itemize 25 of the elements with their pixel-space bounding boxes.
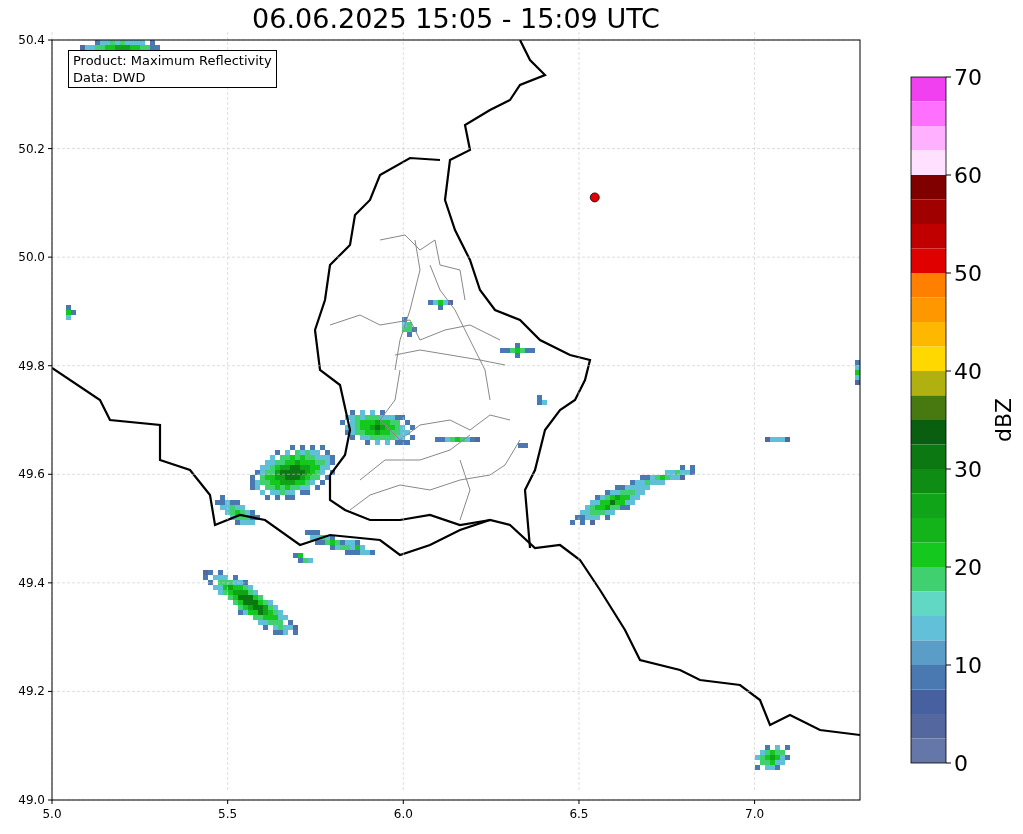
colorbar-tick-label: 10 <box>954 653 982 678</box>
x-tick-label: 5.5 <box>218 807 238 821</box>
colorbar-tick-label: 50 <box>954 261 982 286</box>
y-tick-label: 49.4 <box>18 575 45 590</box>
y-tick-label: 50.0 <box>18 250 45 265</box>
colorbar-tick-label: 70 <box>954 65 982 90</box>
chart-title: 06.06.2025 15:05 - 15:09 UTC <box>252 1 660 32</box>
y-tick-label: 49.2 <box>18 684 45 699</box>
colorbar-label: dBZ <box>991 397 1016 443</box>
colorbar-tick-label: 0 <box>954 751 968 776</box>
y-tick-label: 49.0 <box>18 793 45 807</box>
colorbar-tick-label: 20 <box>954 555 982 580</box>
x-tick-label: 5.0 <box>42 807 62 821</box>
x-tick-label: 6.5 <box>569 807 589 821</box>
colorbar-tick-label: 60 <box>954 163 982 188</box>
x-tick-label: 7.0 <box>745 807 765 821</box>
y-tick-label: 49.6 <box>18 467 45 482</box>
legend-text: Data: DWD <box>73 69 147 86</box>
x-tick-label: 6.0 <box>393 807 413 821</box>
y-tick-label: 50.4 <box>18 33 45 47</box>
colorbar-tick-label: 40 <box>954 359 982 384</box>
colorbar-tick-label: 30 <box>954 457 982 482</box>
y-tick-label: 50.2 <box>18 141 45 156</box>
y-tick-label: 49.8 <box>18 358 45 373</box>
legend-text: Product: Maximum Reflectivity <box>73 52 272 69</box>
